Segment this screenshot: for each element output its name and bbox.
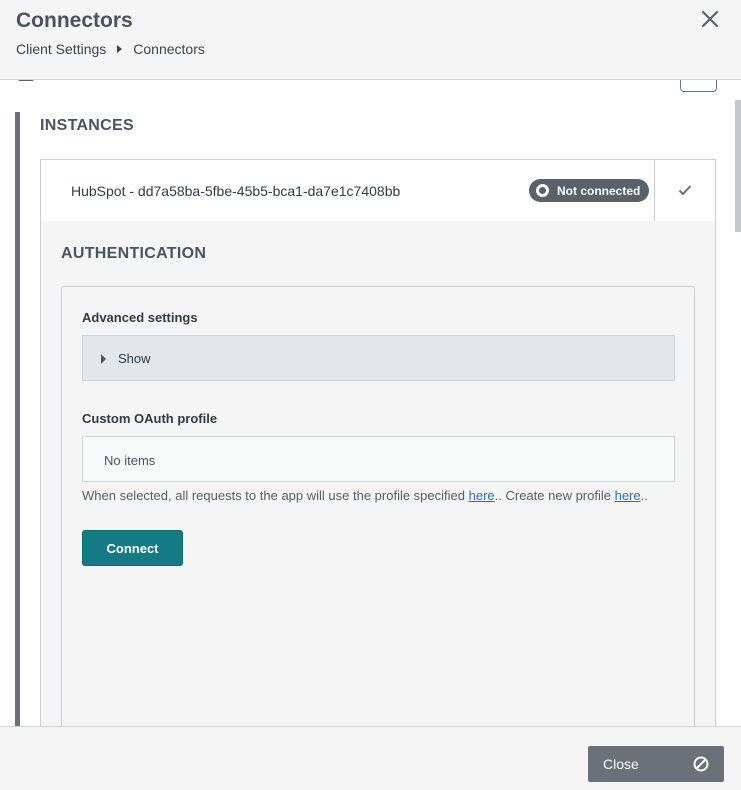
partially-hidden-button[interactable]: [680, 80, 717, 92]
advanced-settings-label: Advanced settings: [82, 310, 198, 325]
breadcrumb-item-client-settings[interactable]: Client Settings: [16, 41, 106, 57]
help-text-part: ..: [640, 488, 648, 503]
breadcrumb-separator-icon: [117, 45, 123, 53]
dialog-footer: Close: [0, 726, 741, 790]
caret-right-icon: [101, 354, 106, 364]
status-badge-label: Not connected: [557, 183, 641, 198]
authentication-heading: AUTHENTICATION: [61, 245, 207, 262]
cancel-icon: [693, 756, 709, 772]
close-button[interactable]: Close: [588, 746, 724, 782]
scrollbar[interactable]: [735, 100, 741, 232]
profile-link[interactable]: here: [469, 488, 495, 503]
instances-heading: INSTANCES: [40, 117, 134, 134]
create-profile-link[interactable]: here: [615, 488, 641, 503]
help-text-part: When selected, all requests to the app w…: [82, 488, 469, 503]
breadcrumb-item-connectors: Connectors: [133, 41, 205, 57]
authentication-panel: Advanced settings Show Custom OAuth prof…: [61, 286, 695, 726]
instance-row[interactable]: HubSpot - dd7a58ba-5fbe-45b5-bca1-da7e1c…: [40, 159, 716, 222]
close-dialog-icon[interactable]: [700, 9, 720, 29]
custom-oauth-value: No items: [104, 453, 156, 468]
oauth-help-text: When selected, all requests to the app w…: [82, 488, 648, 503]
help-text-part: .. Create new profile: [494, 488, 615, 503]
status-circle-icon: [536, 184, 549, 197]
instance-name: HubSpot - dd7a58ba-5fbe-45b5-bca1-da7e1c…: [71, 183, 401, 199]
close-button-label: Close: [603, 756, 639, 772]
custom-oauth-label: Custom OAuth profile: [82, 411, 218, 426]
checkmark-icon[interactable]: [678, 184, 692, 196]
dialog-content: INSTANCES HubSpot - dd7a58ba-5fbe-45b5-b…: [0, 80, 741, 726]
status-badge: Not connected: [529, 179, 650, 202]
breadcrumb: Client Settings Connectors: [16, 41, 205, 57]
section-indicator-bar: [15, 112, 20, 726]
advanced-settings-toggle[interactable]: Show: [82, 335, 675, 381]
custom-oauth-select[interactable]: No items: [82, 436, 675, 482]
show-label: Show: [118, 351, 151, 366]
instance-details: AUTHENTICATION Advanced settings Show Cu…: [40, 221, 716, 726]
page-title: Connectors: [16, 9, 133, 32]
gear-icon: [18, 80, 34, 81]
dialog-header: Connectors Client Settings Connectors: [0, 0, 741, 80]
connect-button[interactable]: Connect: [82, 530, 183, 566]
row-divider: [654, 160, 655, 221]
